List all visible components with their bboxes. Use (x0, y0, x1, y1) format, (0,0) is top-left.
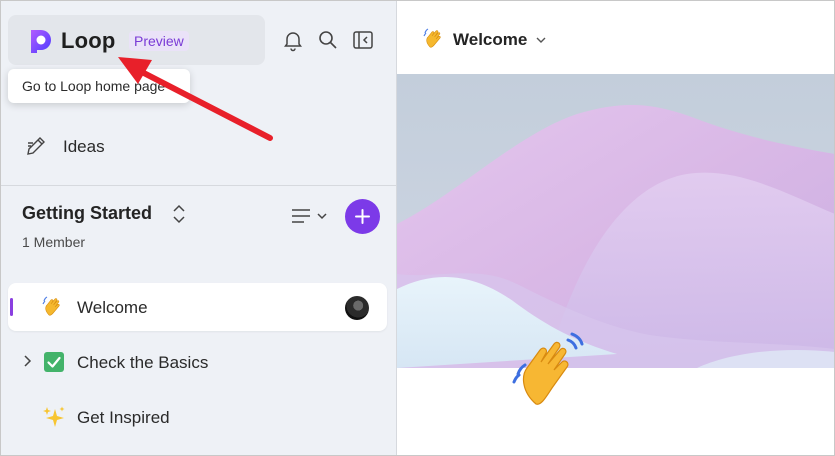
expand-collapse-icon[interactable] (170, 203, 188, 225)
page-item-check-the-basics[interactable]: Check the Basics (8, 338, 387, 386)
page-header: Welcome (397, 0, 835, 74)
sidebar-item-ideas[interactable]: Ideas (20, 130, 380, 164)
waving-hand-icon (42, 296, 60, 316)
page-title[interactable]: Welcome (453, 30, 527, 50)
pencil-note-icon (27, 137, 45, 155)
bell-icon[interactable] (281, 28, 305, 52)
chevron-right-icon[interactable] (20, 354, 34, 368)
chevron-down-icon[interactable] (534, 33, 548, 47)
divider (0, 185, 397, 186)
add-page-button[interactable] (345, 199, 380, 234)
loop-home-button[interactable]: Loop Preview (8, 15, 265, 65)
home-tooltip: Go to Loop home page (8, 69, 190, 103)
plus-icon (355, 209, 370, 224)
brand-name: Loop (61, 28, 116, 53)
check-mark-box-icon (44, 352, 64, 372)
workspace-members: 1 Member (22, 234, 86, 250)
sort-menu-icon[interactable] (290, 204, 330, 228)
page-item-get-inspired[interactable]: Get Inspired (8, 393, 387, 441)
preview-badge: Preview (129, 31, 189, 51)
sidebar: Loop Preview Go to Loop home page Ideas … (0, 0, 397, 456)
sparkles-icon (43, 406, 65, 427)
page-item-label: Check the Basics (77, 353, 209, 372)
page-item-label: Welcome (77, 298, 148, 317)
search-icon[interactable] (316, 28, 340, 52)
page-item-label: Get Inspired (77, 408, 170, 427)
page-canvas[interactable] (397, 368, 835, 456)
loop-logo-icon (31, 30, 51, 53)
page-item-welcome[interactable]: Welcome (8, 283, 387, 331)
cover-image (397, 74, 835, 368)
waving-hand-icon (512, 332, 584, 405)
avatar[interactable] (345, 296, 369, 320)
tooltip-text: Go to Loop home page (22, 78, 166, 94)
waving-hand-icon[interactable] (423, 27, 447, 51)
sidebar-item-label: Ideas (63, 137, 105, 156)
collapse-sidebar-icon[interactable] (351, 28, 375, 52)
workspace-title[interactable]: Getting Started (22, 203, 152, 224)
